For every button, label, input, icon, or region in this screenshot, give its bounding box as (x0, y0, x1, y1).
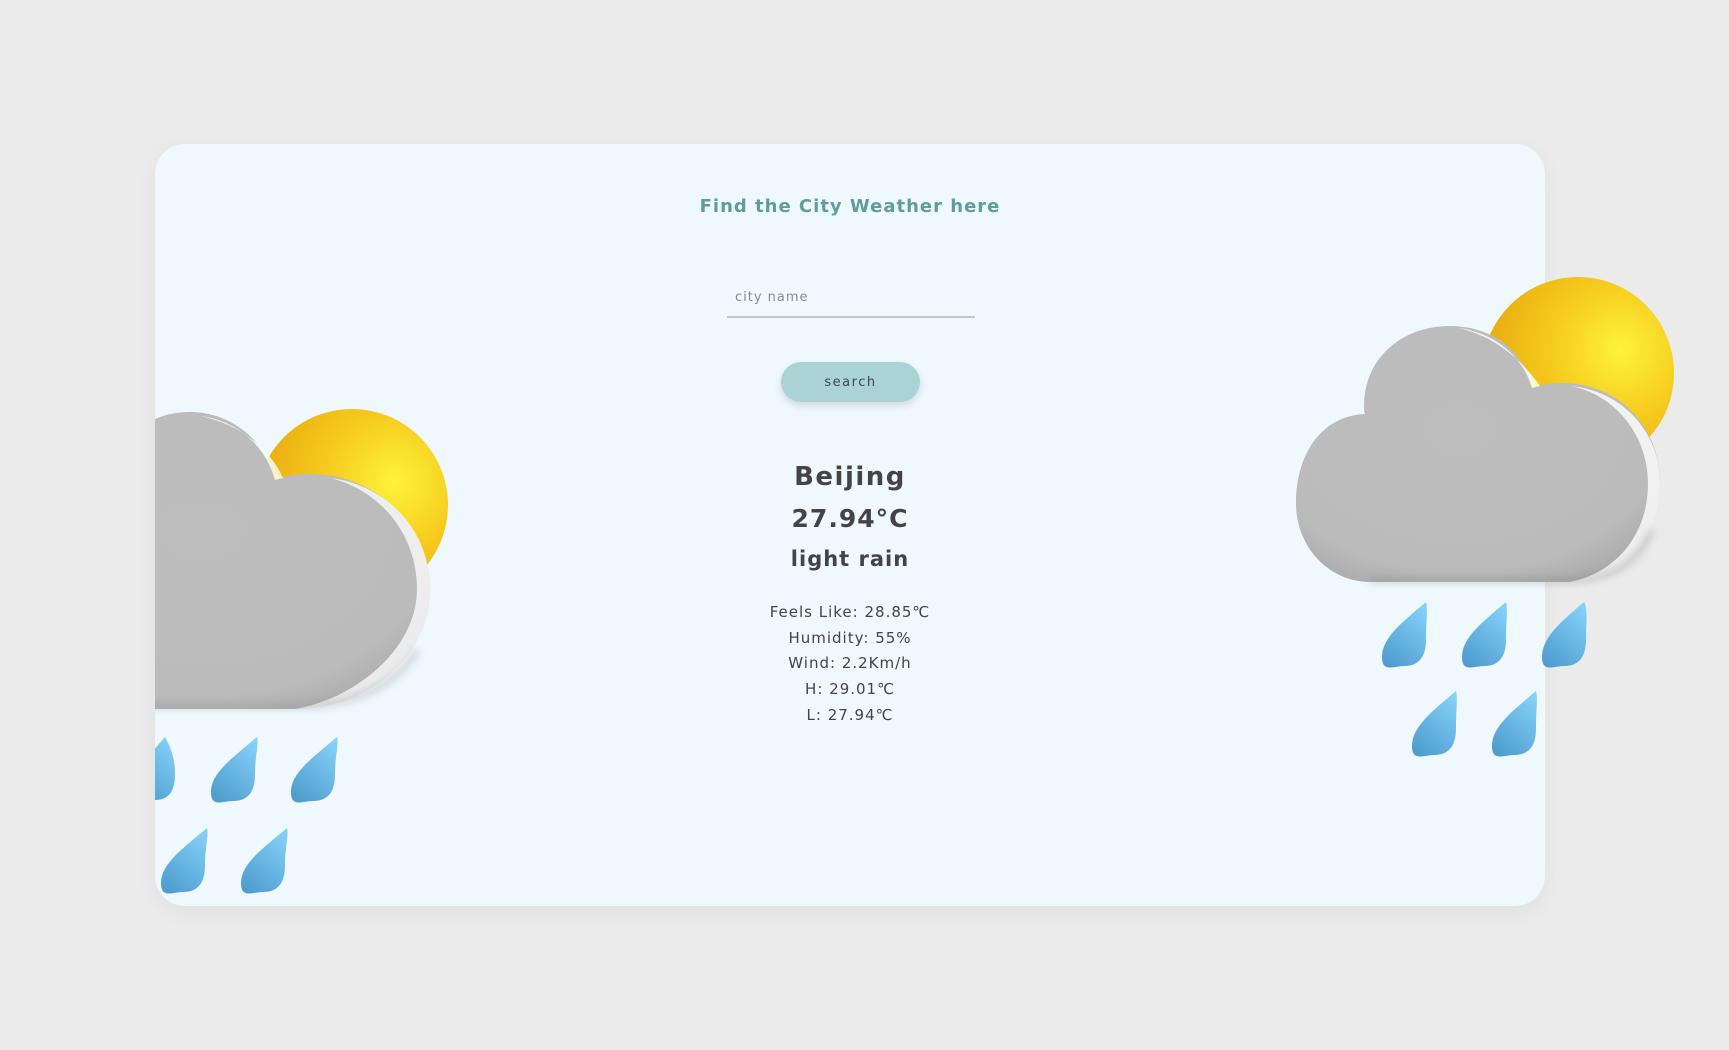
right-weather-illustration (1296, 277, 1674, 757)
search-button[interactable]: search (781, 362, 920, 402)
city-search-input[interactable] (727, 278, 975, 318)
right-sun-cloud-rain-icon (1296, 277, 1674, 757)
right-raindrops (1382, 602, 1587, 757)
left-raindrops (155, 737, 338, 894)
page-title: Find the City Weather here (699, 196, 1001, 217)
